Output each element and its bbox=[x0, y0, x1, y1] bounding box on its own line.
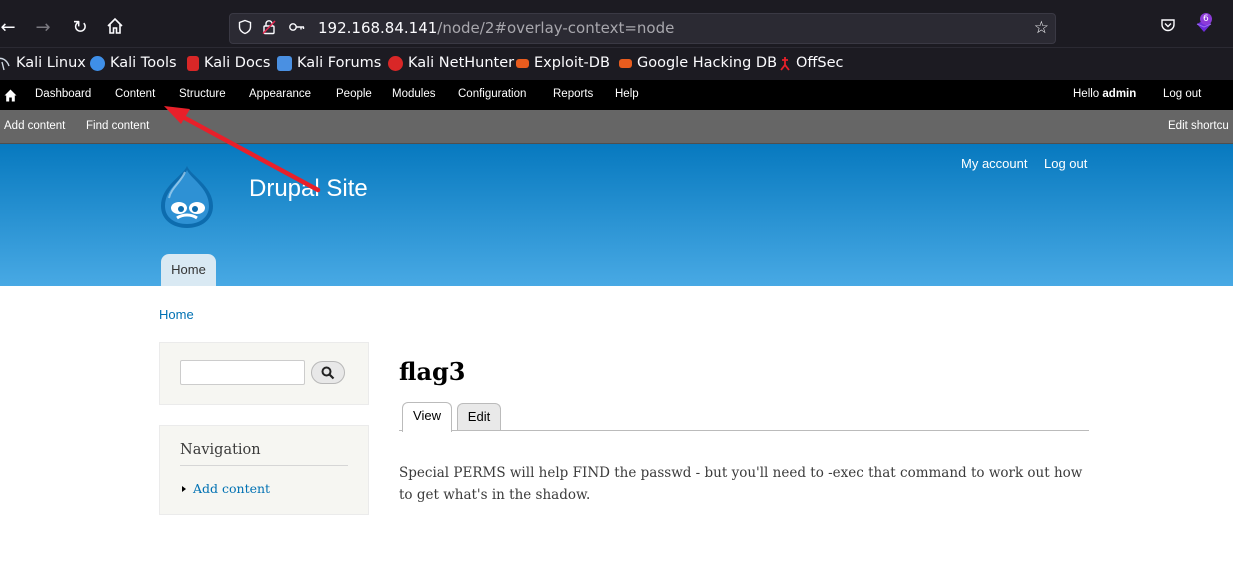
edit-shortcuts-link[interactable]: Edit shortcu bbox=[1168, 120, 1229, 132]
toolbar-structure[interactable]: Structure bbox=[179, 88, 226, 100]
toolbar-modules[interactable]: Modules bbox=[392, 88, 435, 100]
nav-item-label: Add content bbox=[193, 481, 271, 496]
site-name[interactable]: Drupal Site bbox=[249, 175, 368, 203]
key-icon[interactable] bbox=[288, 19, 306, 37]
site-header: Drupal Site My account Log out Home bbox=[0, 144, 1233, 286]
navigation-title: Navigation bbox=[180, 442, 261, 458]
insecure-lock-icon[interactable] bbox=[260, 19, 278, 37]
main-menu-home-tab[interactable]: Home bbox=[161, 254, 216, 286]
search-button[interactable] bbox=[311, 361, 345, 384]
toolbar-home-icon[interactable] bbox=[4, 87, 17, 102]
shield-icon[interactable] bbox=[236, 19, 254, 37]
toolbar-configuration[interactable]: Configuration bbox=[458, 88, 526, 100]
toolbar-appearance[interactable]: Appearance bbox=[249, 88, 311, 100]
kali-dragon-icon bbox=[0, 56, 11, 71]
bookmark-google-hacking-db[interactable]: Google Hacking DB bbox=[619, 55, 777, 71]
kali-tools-icon bbox=[90, 55, 105, 71]
kali-nethunter-icon bbox=[388, 55, 403, 71]
bookmark-label: Kali Linux bbox=[16, 55, 86, 71]
hello-user[interactable]: Hello admin bbox=[1073, 88, 1136, 100]
node-body: Special PERMS will help FIND the passwd … bbox=[399, 465, 1083, 503]
tab-edit[interactable]: Edit bbox=[457, 403, 501, 430]
navigation-divider bbox=[180, 465, 348, 466]
hello-prefix: Hello bbox=[1073, 88, 1103, 100]
shortcuts-bar: Add content Find content Edit shortcu bbox=[0, 110, 1233, 144]
offsec-icon bbox=[779, 56, 791, 71]
breadcrumb[interactable]: Home bbox=[159, 307, 194, 322]
page-title: flag3 bbox=[399, 357, 466, 386]
url-text[interactable]: 192.168.84.141/node/2#overlay-context=no… bbox=[318, 19, 674, 37]
search-icon bbox=[321, 366, 335, 380]
kali-forums-icon bbox=[277, 55, 292, 71]
bookmark-star-icon[interactable]: ☆ bbox=[1034, 18, 1049, 38]
tabs-divider bbox=[399, 430, 1089, 431]
navigation-block: Navigation Add content bbox=[159, 425, 369, 515]
my-account-link[interactable]: My account bbox=[961, 156, 1027, 171]
forward-icon[interactable]: → bbox=[32, 17, 54, 39]
bookmark-kali-nethunter[interactable]: Kali NetHunter bbox=[388, 55, 514, 71]
toolbar-help[interactable]: Help bbox=[615, 88, 639, 100]
shortcut-add-content[interactable]: Add content bbox=[4, 120, 65, 132]
admin-toolbar: Dashboard Content Structure Appearance P… bbox=[0, 80, 1233, 110]
bullet-triangle-icon bbox=[182, 486, 186, 492]
bookmarks-bar: Kali Linux Kali Tools Kali Docs Kali For… bbox=[0, 47, 1233, 80]
bookmark-kali-tools[interactable]: Kali Tools bbox=[90, 55, 177, 71]
drupal-logo-icon[interactable] bbox=[157, 164, 217, 230]
search-input[interactable] bbox=[180, 360, 305, 385]
browser-toolbar: ← → ↻ 192.168.84.141/node/2#overlay-cont… bbox=[0, 0, 1233, 47]
bookmark-kali-linux[interactable]: Kali Linux bbox=[0, 55, 86, 71]
url-host: 192.168.84.141 bbox=[318, 19, 438, 37]
bookmark-kali-docs[interactable]: Kali Docs bbox=[187, 55, 270, 71]
home-icon[interactable] bbox=[104, 17, 126, 39]
url-bar[interactable]: 192.168.84.141/node/2#overlay-context=no… bbox=[229, 13, 1056, 44]
shortcut-find-content[interactable]: Find content bbox=[86, 120, 149, 132]
hello-username: admin bbox=[1102, 88, 1137, 100]
nav-item-add-content[interactable]: Add content bbox=[182, 481, 270, 496]
bookmark-label: OffSec bbox=[796, 55, 844, 71]
ghdb-icon bbox=[619, 58, 632, 68]
back-icon[interactable]: ← bbox=[0, 17, 19, 39]
bookmark-label: Kali Docs bbox=[204, 55, 271, 71]
bookmark-label: Exploit-DB bbox=[534, 55, 610, 71]
bookmark-label: Kali NetHunter bbox=[408, 55, 515, 71]
tab-view[interactable]: View bbox=[402, 402, 452, 432]
bookmark-exploit-db[interactable]: Exploit-DB bbox=[516, 55, 610, 71]
header-logout-link[interactable]: Log out bbox=[1044, 156, 1087, 171]
bookmark-kali-forums[interactable]: Kali Forums bbox=[277, 55, 381, 71]
exploit-db-icon bbox=[516, 58, 529, 68]
bookmark-label: Google Hacking DB bbox=[637, 55, 778, 71]
reload-icon[interactable]: ↻ bbox=[69, 17, 91, 39]
kali-docs-icon bbox=[187, 55, 199, 71]
pocket-icon[interactable] bbox=[1157, 17, 1179, 39]
toolbar-logout[interactable]: Log out bbox=[1163, 88, 1201, 100]
url-path: /node/2#overlay-context=node bbox=[437, 19, 675, 37]
search-block bbox=[159, 342, 369, 405]
bookmark-label: Kali Tools bbox=[110, 55, 177, 71]
bookmark-label: Kali Forums bbox=[297, 55, 382, 71]
bookmark-offsec[interactable]: OffSec bbox=[779, 55, 844, 71]
extensions-badge: 6 bbox=[1200, 13, 1212, 25]
toolbar-dashboard[interactable]: Dashboard bbox=[35, 88, 91, 100]
toolbar-people[interactable]: People bbox=[336, 88, 372, 100]
toolbar-reports[interactable]: Reports bbox=[553, 88, 593, 100]
toolbar-content[interactable]: Content bbox=[115, 88, 155, 100]
